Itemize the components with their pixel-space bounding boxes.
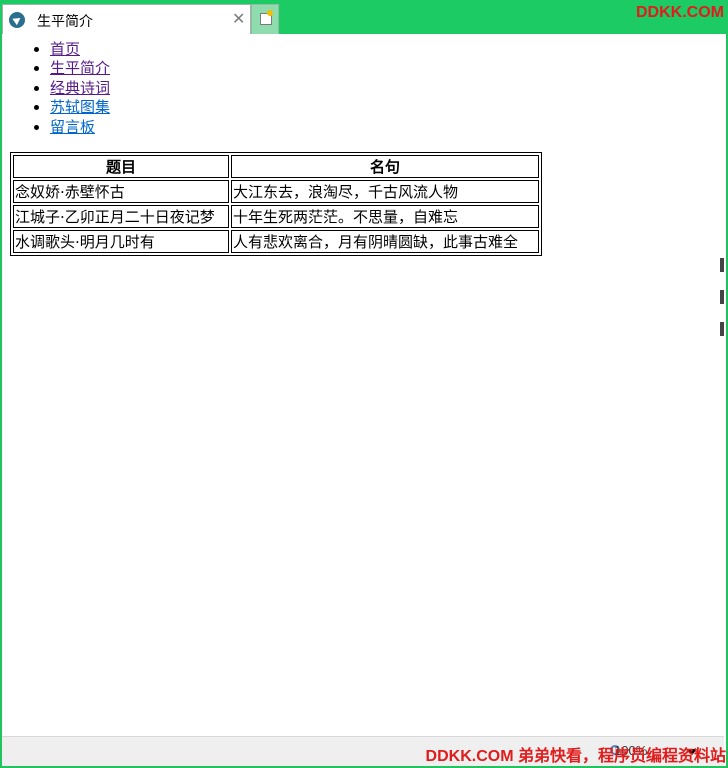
edge-mark	[720, 322, 724, 336]
column-header-title: 题目	[13, 155, 229, 178]
browser-titlebar: 生平简介 ✕ DDKK.COM	[0, 0, 728, 34]
page-content: 首页 生平简介 经典诗词 苏轼图集 留言板 题目 名句 念奴娇·赤壁怀古 大江东…	[2, 34, 724, 734]
table-cell-title: 江城子·乙卯正月二十日夜记梦	[13, 205, 229, 228]
site-nav: 首页 生平简介 经典诗词 苏轼图集 留言板	[2, 40, 724, 137]
table-row: 水调歌头·明月几时有 人有悲欢离合，月有阴晴圆缺，此事古难全	[13, 230, 539, 253]
watermark-logo: DDKK.COM	[636, 4, 724, 21]
table-row: 念奴娇·赤壁怀古 大江东去，浪淘尽，千古风流人物	[13, 180, 539, 203]
table-cell-title: 水调歌头·明月几时有	[13, 230, 229, 253]
nav-item-home: 首页	[50, 40, 724, 59]
nav-item-poems: 经典诗词	[50, 79, 724, 98]
table-cell-quote: 十年生死两茫茫。不思量，自难忘	[231, 205, 539, 228]
nav-link-home[interactable]: 首页	[50, 40, 80, 58]
table-header-row: 题目 名句	[13, 155, 539, 178]
close-icon[interactable]: ✕	[232, 9, 245, 28]
offscreen-content-edge	[720, 258, 724, 418]
edge-mark	[720, 290, 724, 304]
table-cell-quote: 人有悲欢离合，月有阴晴圆缺，此事古难全	[231, 230, 539, 253]
nav-link-biography[interactable]: 生平简介	[50, 59, 110, 77]
watermark-banner: DDKK.COM 弟弟快看，程序员编程资料站	[425, 748, 726, 765]
table-cell-title: 念奴娇·赤壁怀古	[13, 180, 229, 203]
new-tab-icon	[260, 10, 273, 25]
tab-active[interactable]: 生平简介 ✕	[2, 4, 251, 34]
nav-item-guestbook: 留言板	[50, 118, 724, 137]
poems-table: 题目 名句 念奴娇·赤壁怀古 大江东去，浪淘尽，千古风流人物 江城子·乙卯正月二…	[10, 152, 542, 256]
page-favicon-icon	[9, 12, 25, 28]
table-cell-quote: 大江东去，浪淘尽，千古风流人物	[231, 180, 539, 203]
nav-link-guestbook[interactable]: 留言板	[50, 118, 95, 136]
nav-link-gallery[interactable]: 苏轼图集	[50, 98, 110, 116]
column-header-quote: 名句	[231, 155, 539, 178]
nav-item-biography: 生平简介	[50, 59, 724, 78]
nav-item-gallery: 苏轼图集	[50, 98, 724, 117]
tab-title: 生平简介	[37, 14, 93, 30]
nav-link-poems[interactable]: 经典诗词	[50, 79, 110, 97]
new-tab-button[interactable]	[251, 4, 279, 34]
edge-mark	[720, 258, 724, 272]
table-row: 江城子·乙卯正月二十日夜记梦 十年生死两茫茫。不思量，自难忘	[13, 205, 539, 228]
